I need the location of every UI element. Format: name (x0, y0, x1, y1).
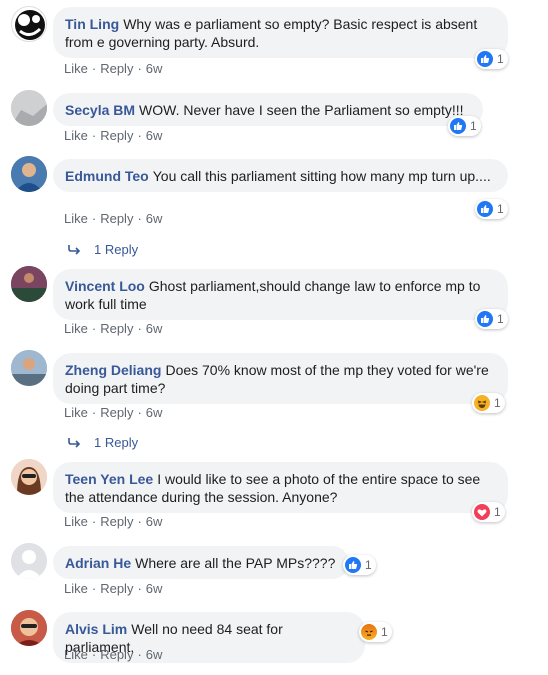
reaction-count: 1 (497, 202, 504, 216)
comment-timestamp[interactable]: 6w (146, 581, 163, 596)
view-replies-link[interactable]: 1 Reply (68, 435, 138, 450)
reaction-summary[interactable]: 1 (359, 622, 392, 642)
like-link[interactable]: Like (64, 211, 88, 226)
comment-bubble: Zheng Deliang Does 70% know most of the m… (53, 353, 508, 404)
comment-timestamp[interactable]: 6w (146, 321, 163, 336)
reaction-summary[interactable]: 1 (472, 393, 505, 413)
comment-bubble: Teen Yen Lee I would like to see a photo … (53, 462, 508, 513)
avatar[interactable] (11, 610, 47, 646)
reaction-count: 1 (381, 625, 388, 639)
avatar[interactable] (11, 266, 47, 302)
reaction-summary[interactable]: 1 (343, 555, 376, 575)
reply-arrow-icon (68, 244, 81, 255)
comment-timestamp[interactable]: 6w (146, 128, 163, 143)
comment-actions: Like · Reply · 6w (64, 581, 163, 596)
comment-actions: Like · Reply · 6w (64, 211, 163, 226)
reaction-summary[interactable]: 1 (475, 49, 508, 69)
comment-text: Why was e parliament so empty? Basic res… (65, 16, 478, 50)
comment-bubble: Secyla BM WOW. Never have I seen the Parl… (53, 93, 483, 126)
reply-link[interactable]: Reply (100, 128, 133, 143)
comment-text: WOW. Never have I seen the Parliament so… (139, 102, 464, 118)
reaction-count: 1 (494, 396, 501, 410)
comment-bubble: Edmund Teo You call this parliament sitti… (53, 159, 508, 192)
comment-timestamp[interactable]: 6w (146, 405, 163, 420)
reply-link[interactable]: Reply (100, 405, 133, 420)
comment-actions: Like · Reply · 6w (64, 514, 163, 529)
like-link[interactable]: Like (64, 647, 88, 662)
reaction-count: 1 (497, 312, 504, 326)
comment-timestamp[interactable]: 6w (146, 211, 163, 226)
comment-bubble: Vincent Loo Ghost parliament,should chang… (53, 269, 508, 320)
reply-link[interactable]: Reply (100, 581, 133, 596)
reaction-count: 1 (497, 52, 504, 66)
comment-author[interactable]: Adrian He (65, 555, 131, 571)
comment-author[interactable]: Zheng Deliang (65, 362, 161, 378)
like-link[interactable]: Like (64, 405, 88, 420)
comment-author[interactable]: Teen Yen Lee (65, 471, 153, 487)
avatar[interactable] (11, 350, 47, 386)
reply-arrow-icon (68, 437, 81, 448)
haha-reaction-icon (474, 395, 490, 411)
like-link[interactable]: Like (64, 128, 88, 143)
replies-count: 1 Reply (94, 435, 139, 450)
like-link[interactable]: Like (64, 514, 88, 529)
like-link[interactable]: Like (64, 581, 88, 596)
comment-timestamp[interactable]: 6w (146, 647, 163, 662)
like-reaction-icon (477, 201, 493, 217)
comment-text: Where are all the PAP MPs???? (135, 555, 336, 571)
comment-actions: Like · Reply · 6w (64, 647, 163, 662)
avatar[interactable] (11, 6, 47, 42)
comment-actions: Like · Reply · 6w (64, 61, 163, 76)
love-reaction-icon (474, 504, 490, 520)
avatar[interactable] (11, 459, 47, 495)
like-link[interactable]: Like (64, 61, 88, 76)
avatar[interactable] (11, 156, 47, 192)
reply-link[interactable]: Reply (100, 514, 133, 529)
reaction-summary[interactable]: 1 (475, 309, 508, 329)
comment-actions: Like · Reply · 6w (64, 405, 163, 420)
comment-actions: Like · Reply · 6w (64, 128, 163, 143)
comment-author[interactable]: Secyla BM (65, 102, 135, 118)
like-link[interactable]: Like (64, 321, 88, 336)
comment-bubble: Tin Ling Why was e parliament so empty? B… (53, 7, 508, 58)
comment-author[interactable]: Vincent Loo (65, 278, 145, 294)
comment-author[interactable]: Edmund Teo (65, 168, 149, 184)
avatar[interactable] (11, 90, 47, 126)
reply-link[interactable]: Reply (100, 211, 133, 226)
comment-actions: Like · Reply · 6w (64, 321, 163, 336)
comment-author[interactable]: Alvis Lim (65, 621, 127, 637)
comment-author[interactable]: Tin Ling (65, 16, 119, 32)
reply-link[interactable]: Reply (100, 61, 133, 76)
angry-reaction-icon (361, 624, 377, 640)
reply-link[interactable]: Reply (100, 321, 133, 336)
like-reaction-icon (345, 557, 361, 573)
replies-count: 1 Reply (94, 242, 139, 257)
reaction-summary[interactable]: 1 (448, 116, 481, 136)
reaction-count: 1 (470, 119, 477, 133)
reaction-summary[interactable]: 1 (472, 502, 505, 522)
reaction-summary[interactable]: 1 (475, 199, 508, 219)
reaction-count: 1 (365, 558, 372, 572)
reply-link[interactable]: Reply (100, 647, 133, 662)
like-reaction-icon (477, 51, 493, 67)
comment-timestamp[interactable]: 6w (146, 514, 163, 529)
like-reaction-icon (477, 311, 493, 327)
comment-timestamp[interactable]: 6w (146, 61, 163, 76)
comment-bubble: Adrian He Where are all the PAP MPs???? (53, 546, 349, 579)
view-replies-link[interactable]: 1 Reply (68, 242, 138, 257)
like-reaction-icon (450, 118, 466, 134)
comment-text: You call this parliament sitting how man… (152, 168, 491, 184)
avatar[interactable] (11, 543, 47, 579)
reaction-count: 1 (494, 505, 501, 519)
